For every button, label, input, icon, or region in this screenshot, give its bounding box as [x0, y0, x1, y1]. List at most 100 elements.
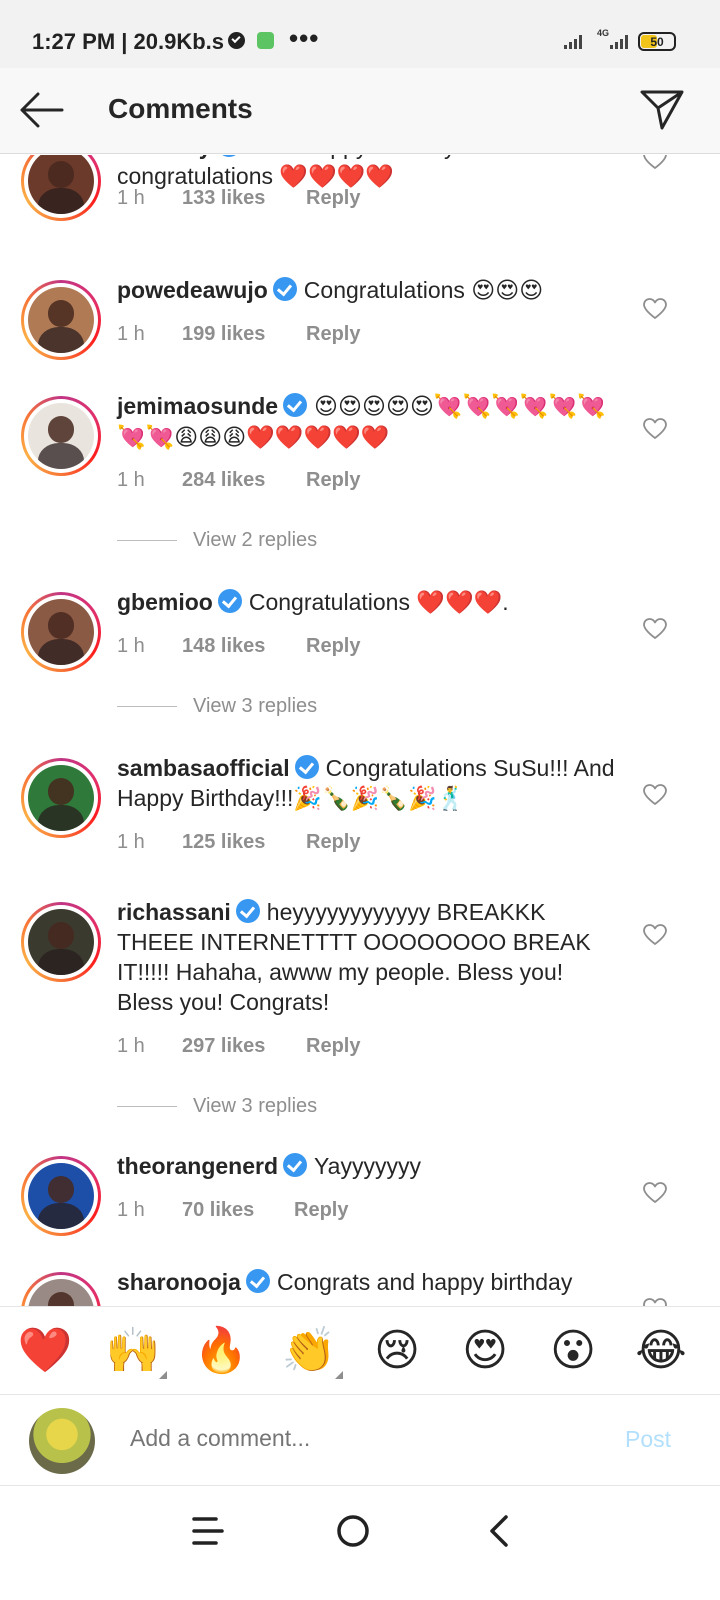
reply-button[interactable]: Reply [294, 1199, 348, 1222]
reply-button[interactable]: Reply [306, 831, 360, 854]
view-replies-label: View 2 replies [193, 529, 318, 551]
avatar-photo [28, 403, 94, 469]
comment-emoji: ❤️❤️❤️ [416, 590, 503, 616]
avatar-photo [28, 765, 94, 831]
avatar-frame [24, 905, 98, 979]
reply-button[interactable]: Reply [306, 469, 360, 492]
comment-meta: 1 h 70 likes Reply [117, 1199, 348, 1222]
like-comment-button[interactable] [642, 1181, 668, 1205]
reply-button[interactable]: Reply [306, 187, 360, 210]
comment-input[interactable] [130, 1425, 570, 1452]
laughing-reaction-button[interactable]: 😂 [633, 1323, 689, 1379]
replies-divider [117, 1106, 177, 1108]
like-comment-button[interactable] [642, 783, 668, 807]
fire-reaction-icon: 🔥 [193, 1325, 249, 1376]
comment-username[interactable]: theorangenerd [117, 1153, 278, 1179]
avatar[interactable] [21, 280, 101, 360]
network-type: 4G [597, 28, 610, 38]
battery-level: 50 [650, 35, 664, 49]
reply-button[interactable]: Reply [306, 323, 360, 346]
verified-badge-icon [272, 277, 297, 301]
avatar[interactable] [21, 1272, 101, 1306]
like-comment-button[interactable] [642, 617, 668, 641]
surprised-reaction-icon: 😮 [550, 1325, 596, 1376]
heart-outline-icon [643, 1182, 667, 1203]
comment-likes[interactable]: 148 likes [182, 635, 306, 658]
comments-list[interactable]: toluballyWow happy birthday beautiful an… [0, 155, 720, 1306]
like-comment-button[interactable] [642, 417, 668, 441]
comment-meta: 1 h 284 likes Reply [117, 469, 360, 492]
avatar[interactable] [21, 1156, 101, 1236]
raised-hands-reaction-button[interactable]: 🙌 [105, 1323, 167, 1379]
like-comment-button[interactable] [642, 297, 668, 321]
comment-emoji: 🎉🍾🎉🍾🎉🕺 [293, 786, 466, 812]
home-button[interactable] [331, 1509, 375, 1553]
reply-button[interactable]: Reply [306, 1035, 360, 1058]
view-replies-link[interactable]: View 3 replies [117, 1095, 317, 1118]
like-comment-button[interactable] [642, 923, 668, 947]
comment-time: 1 h [117, 1035, 145, 1057]
crying-reaction-button[interactable]: 😢 [369, 1323, 425, 1379]
avatar[interactable] [21, 396, 101, 476]
comment-username[interactable]: jemimaosunde [117, 393, 278, 419]
avatar[interactable] [21, 592, 101, 672]
back-button[interactable] [18, 90, 66, 130]
view-replies-link[interactable]: View 2 replies [117, 529, 317, 552]
comment-text: jemimaosunde 😍😍😍😍😍💘💘💘💘💘💘💘💘😩😩😩❤️❤️❤️❤️❤️ [117, 391, 617, 453]
comment-likes[interactable]: 70 likes [182, 1199, 294, 1222]
avatar[interactable] [21, 155, 101, 221]
comment-likes[interactable]: 199 likes [182, 323, 306, 346]
system-back-button[interactable] [478, 1509, 522, 1553]
comment-composer: Post [0, 1394, 720, 1486]
comment-message-suffix: . [502, 589, 509, 615]
comment-text: theorangenerd Yayyyyyyy [117, 1151, 617, 1181]
post-button[interactable]: Post [625, 1426, 671, 1453]
comment-username[interactable]: sambasaofficial [117, 755, 290, 781]
menu-button[interactable] [186, 1509, 230, 1553]
comment-text: powedeawujo Congratulations 😍😍😍 [117, 275, 617, 306]
heart-outline-icon [643, 418, 667, 439]
avatar[interactable] [21, 758, 101, 838]
like-comment-button[interactable] [642, 1297, 668, 1306]
clap-reaction-button[interactable]: 👏 [281, 1323, 343, 1379]
more-notifications-icon: ••• [289, 23, 320, 53]
heart-eyes-reaction-button[interactable]: 😍 [457, 1323, 513, 1379]
heart-outline-icon [643, 155, 667, 169]
comment-likes[interactable]: 297 likes [182, 1035, 306, 1058]
back-chevron-icon [490, 1515, 508, 1547]
verified-badge-icon [245, 1269, 270, 1293]
heart-outline-icon [643, 1298, 667, 1306]
replies-divider [117, 540, 177, 542]
comment-message: Yayyyyyyy [314, 1153, 421, 1179]
share-button[interactable] [638, 88, 686, 132]
comment-username[interactable]: richassani [117, 899, 231, 925]
view-replies-link[interactable]: View 3 replies [117, 695, 317, 718]
avatar-photo [28, 155, 94, 214]
laughing-reaction-icon: 😂 [635, 1325, 687, 1376]
comment-username[interactable]: gbemioo [117, 589, 213, 615]
verified-badge-icon [235, 899, 260, 923]
avatar[interactable] [21, 902, 101, 982]
comment-time: 1 h [117, 323, 145, 345]
comment-likes[interactable]: 133 likes [182, 187, 306, 210]
signal-icon [610, 33, 632, 49]
clap-reaction-icon: 👏 [281, 1325, 337, 1376]
like-comment-button[interactable] [642, 155, 668, 171]
comment-likes[interactable]: 284 likes [182, 469, 306, 492]
comment-item: toluballyWow happy birthday beautiful an… [0, 155, 720, 281]
verified-badge-icon [294, 755, 319, 779]
fire-reaction-button[interactable]: 🔥 [193, 1323, 249, 1379]
comment-likes[interactable]: 125 likes [182, 831, 306, 854]
comment-username[interactable]: sharonooja [117, 1269, 241, 1295]
surprised-reaction-button[interactable]: 😮 [545, 1323, 601, 1379]
heart-reaction-button[interactable]: ❤️ [17, 1323, 73, 1379]
heart-eyes-reaction-icon: 😍 [462, 1325, 508, 1376]
comment-time: 1 h [117, 635, 145, 657]
reply-button[interactable]: Reply [306, 635, 360, 658]
comment-username[interactable]: tolubally [117, 155, 212, 159]
home-circle-icon [337, 1515, 369, 1547]
comment-username[interactable]: powedeawujo [117, 277, 268, 303]
verified-badge-icon [216, 155, 241, 157]
comment-text: sharonooja Congrats and happy birthday [117, 1267, 617, 1297]
paper-plane-icon [640, 90, 684, 130]
